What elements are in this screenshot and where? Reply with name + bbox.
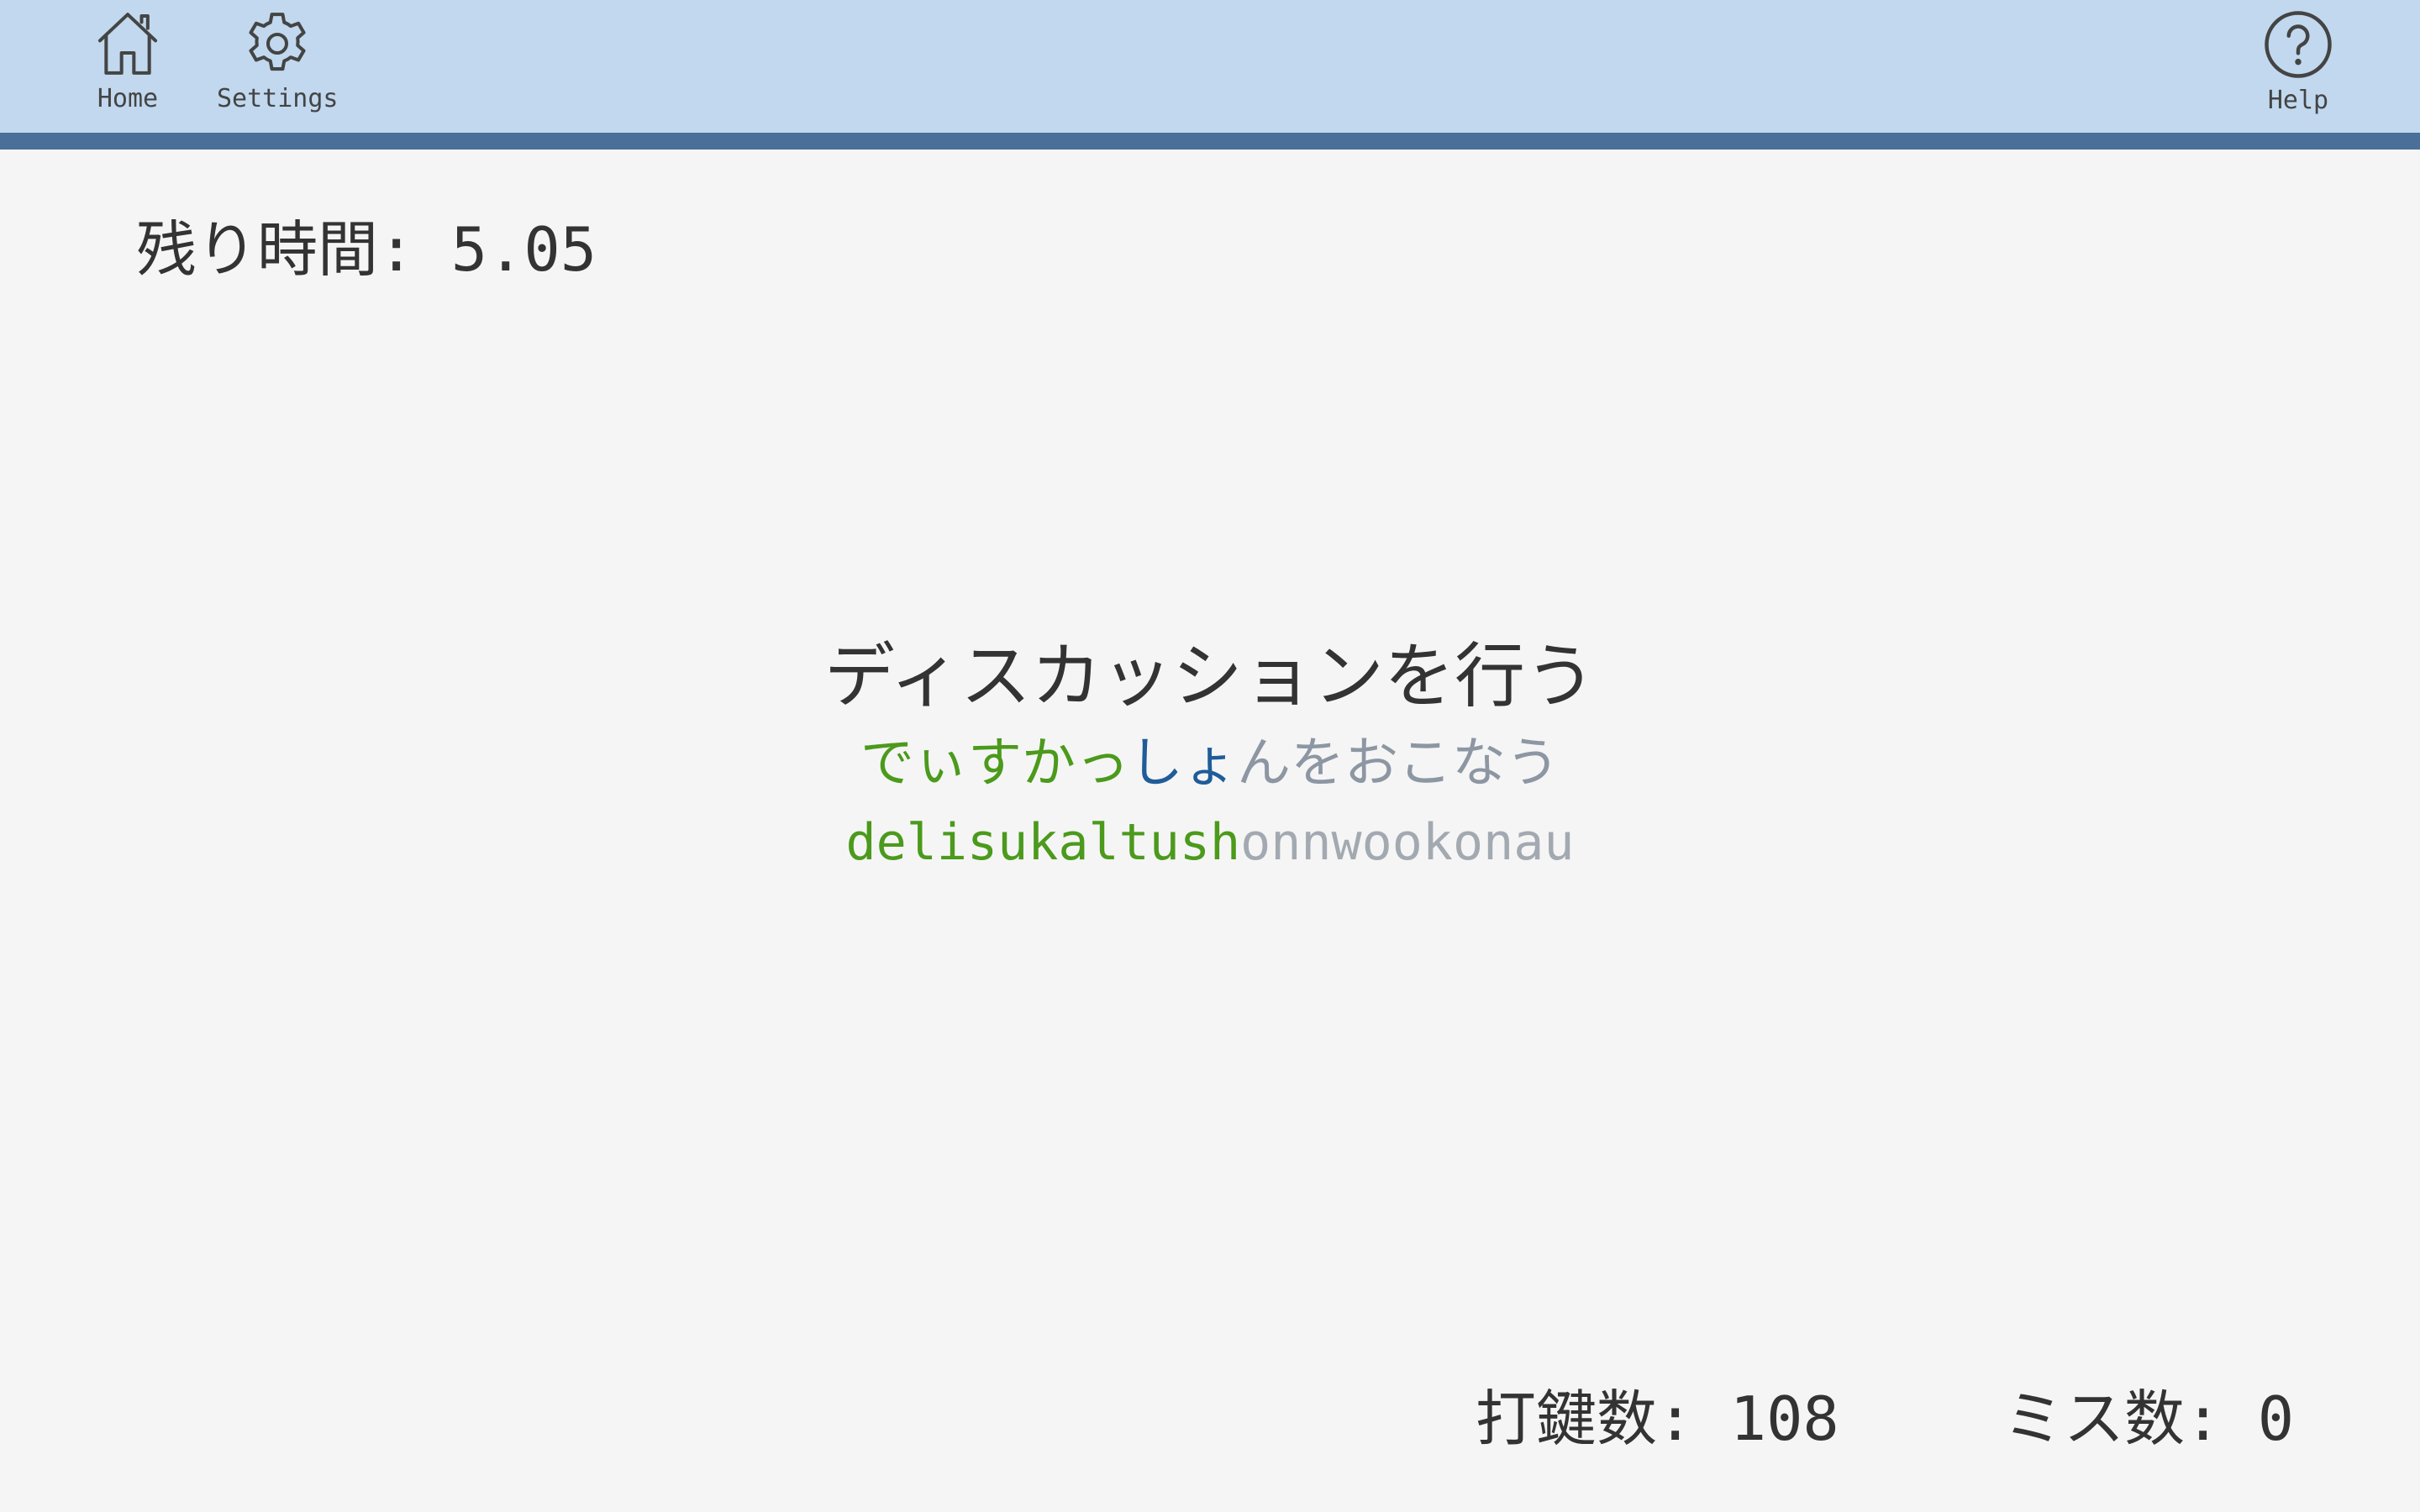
remaining-time-label: 残り時間:: [136, 214, 415, 285]
kana-typed: でぃすかっ: [860, 732, 1129, 795]
miss-count: ミス数: 0: [2003, 1369, 2294, 1457]
home-label: Home: [97, 84, 159, 113]
kana-current: しょ: [1129, 732, 1237, 795]
help-label: Help: [2267, 86, 2329, 115]
remaining-time: 残り時間: 5.05: [136, 200, 597, 288]
remaining-time-value: 5.05: [450, 214, 597, 285]
help-button[interactable]: Help: [2260, 7, 2336, 115]
prompt-romaji: delisukaltushonnwookonau: [0, 801, 2420, 885]
top-bar: Home Settings Help: [0, 0, 2420, 133]
gear-icon: [240, 7, 314, 81]
keystroke-count-label: 打鍵数:: [1476, 1383, 1694, 1454]
romaji-typed: delisukaltush: [845, 813, 1241, 872]
miss-count-label: ミス数:: [2003, 1383, 2222, 1454]
kana-pending: んをおこなう: [1237, 732, 1560, 795]
romaji-pending: onnwookonau: [1240, 813, 1575, 872]
prompt-kana: でぃすかっしょんをおこなう: [0, 722, 2420, 806]
settings-button[interactable]: Settings: [217, 7, 339, 113]
home-icon: [91, 7, 165, 81]
miss-count-value: 0: [2257, 1383, 2295, 1454]
typing-prompt: ディスカッションを行う でぃすかっしょんをおこなう delisukaltusho…: [0, 626, 2420, 885]
header-divider: [0, 133, 2420, 150]
settings-label: Settings: [217, 84, 339, 113]
keystroke-count-value: 108: [1729, 1383, 1839, 1454]
home-button[interactable]: Home: [91, 7, 165, 113]
keystroke-count: 打鍵数: 108: [1476, 1369, 1839, 1457]
prompt-kanji: ディスカッションを行う: [823, 635, 1597, 717]
question-circle-icon: [2260, 7, 2336, 82]
